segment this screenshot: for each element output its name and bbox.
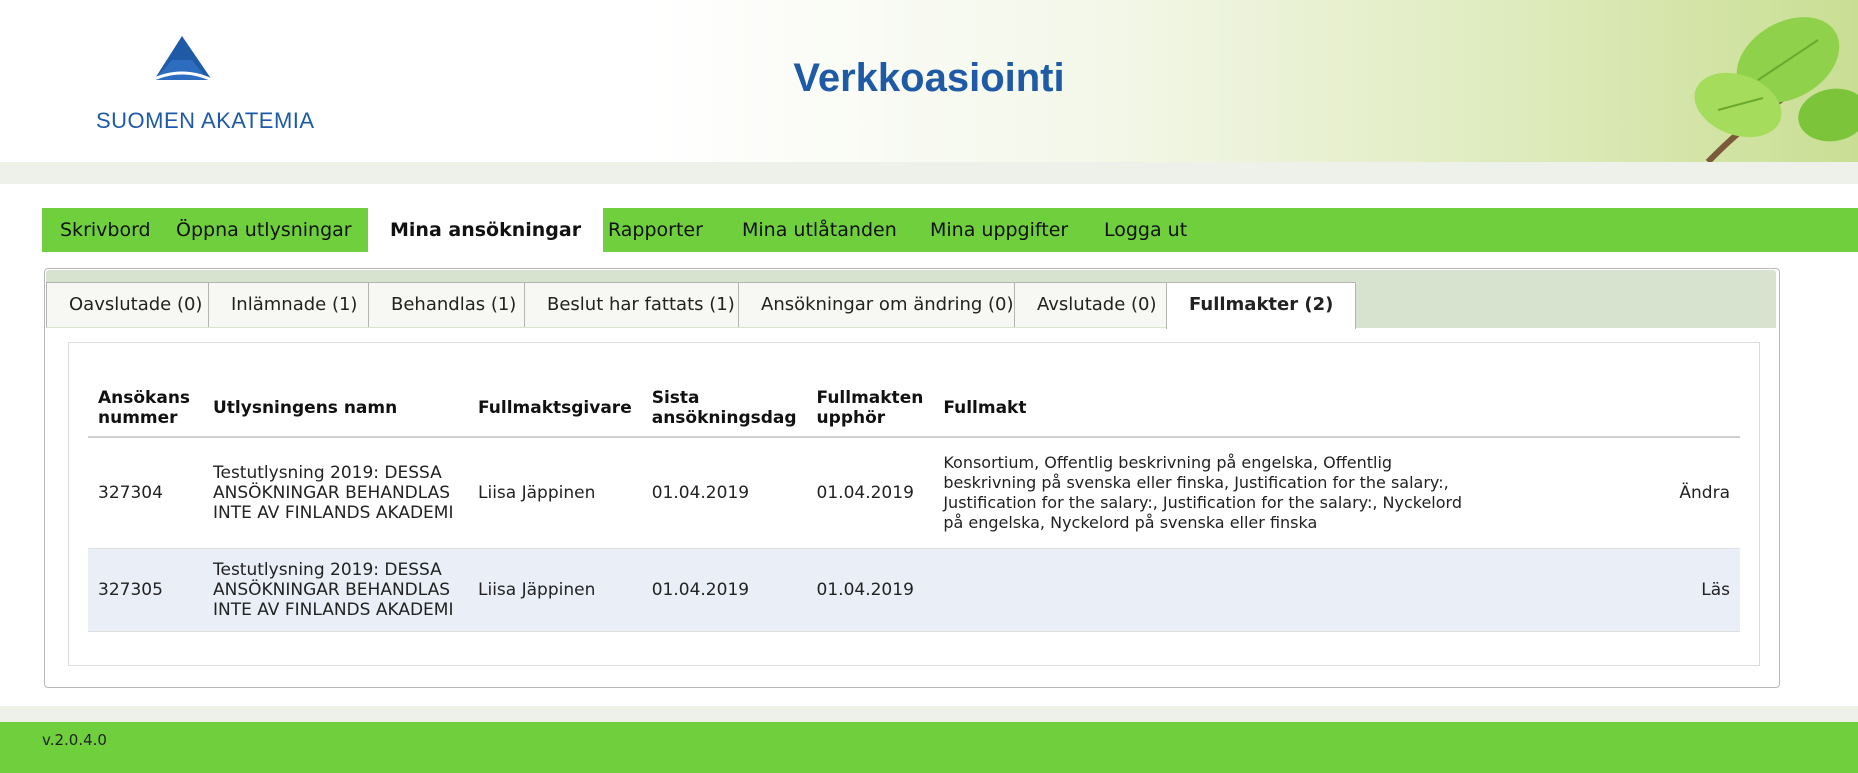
col-header-expires: Fullmakten upphör — [806, 380, 934, 438]
cell-expires: 01.04.2019 — [806, 548, 934, 632]
tab-avslutade[interactable]: Avslutade (0) — [1014, 282, 1180, 327]
col-header-call-name: Utlysningens namn — [203, 380, 468, 438]
col-header-proxy: Fullmakt — [933, 380, 1660, 438]
nav-rapporter[interactable]: Rapporter — [608, 208, 703, 252]
main-nav: Skrivbord Öppna utlysningar Mina ansökni… — [42, 206, 1858, 254]
logo-text: SUOMEN AKATEMIA — [96, 108, 315, 133]
cell-expires: 01.04.2019 — [806, 437, 934, 549]
nav-oppna-utlysningar[interactable]: Öppna utlysningar — [176, 208, 352, 252]
nav-mina-uppgifter[interactable]: Mina uppgifter — [930, 208, 1068, 252]
cell-number: 327304 — [88, 437, 203, 549]
tab-beslut-har-fattats[interactable]: Beslut har fattats (1) — [524, 282, 758, 327]
edit-link[interactable]: Ändra — [1660, 437, 1740, 549]
cell-call-name: Testutlysning 2019: DESSA ANSÖKNINGAR BE… — [203, 437, 468, 549]
tab-ansokningar-om-andring[interactable]: Ansökningar om ändring (0) — [738, 282, 1037, 327]
cell-number: 327305 — [88, 548, 203, 632]
version-label: v.2.0.4.0 — [42, 731, 107, 749]
cell-deadline: 01.04.2019 — [641, 548, 807, 632]
app-title: Verkkoasiointi — [793, 56, 1065, 100]
tab-behandlas[interactable]: Behandlas (1) — [368, 282, 540, 327]
leaf-decoration-icon — [1694, 17, 1858, 162]
cell-call-name: Testutlysning 2019: DESSA ANSÖKNINGAR BE… — [203, 548, 468, 632]
read-link[interactable]: Läs — [1660, 548, 1740, 632]
col-header-number: Ansökans nummer — [88, 380, 203, 438]
nav-skrivbord[interactable]: Skrivbord — [60, 208, 151, 252]
col-header-deadline: Sista ansökningsdag — [641, 380, 807, 438]
header-separator — [0, 162, 1858, 184]
cell-proxy — [933, 548, 1660, 632]
proxy-table: Ansökans nummer Utlysningens namn Fullma… — [88, 380, 1740, 632]
cell-grantor: Liisa Jäppinen — [468, 548, 642, 632]
page-header: SUOMEN AKATEMIA Verkkoasiointi — [0, 0, 1858, 162]
page-footer: v.2.0.4.0 — [0, 722, 1858, 773]
nav-mina-ansokningar[interactable]: Mina ansökningar — [368, 206, 604, 254]
tab-inlamnade[interactable]: Inlämnade (1) — [208, 282, 381, 327]
cell-deadline: 01.04.2019 — [641, 437, 807, 549]
cell-grantor: Liisa Jäppinen — [468, 437, 642, 549]
col-header-grantor: Fullmaktsgivare — [468, 380, 642, 438]
tab-oavslutade[interactable]: Oavslutade (0) — [46, 282, 226, 327]
tab-fullmakter[interactable]: Fullmakter (2) — [1166, 282, 1357, 329]
nav-logga-ut[interactable]: Logga ut — [1104, 208, 1187, 252]
footer-separator — [0, 706, 1858, 722]
table-row: 327304 Testutlysning 2019: DESSA ANSÖKNI… — [88, 437, 1740, 549]
cell-proxy: Konsortium, Offentlig beskrivning på eng… — [933, 437, 1660, 549]
nav-mina-utlatanden[interactable]: Mina utlåtanden — [742, 208, 897, 252]
col-header-action — [1660, 380, 1740, 438]
table-row: 327305 Testutlysning 2019: DESSA ANSÖKNI… — [88, 548, 1740, 632]
table-header-row: Ansökans nummer Utlysningens namn Fullma… — [88, 380, 1740, 438]
sub-tabs: Oavslutade (0) Inlämnade (1) Behandlas (… — [46, 270, 1776, 329]
